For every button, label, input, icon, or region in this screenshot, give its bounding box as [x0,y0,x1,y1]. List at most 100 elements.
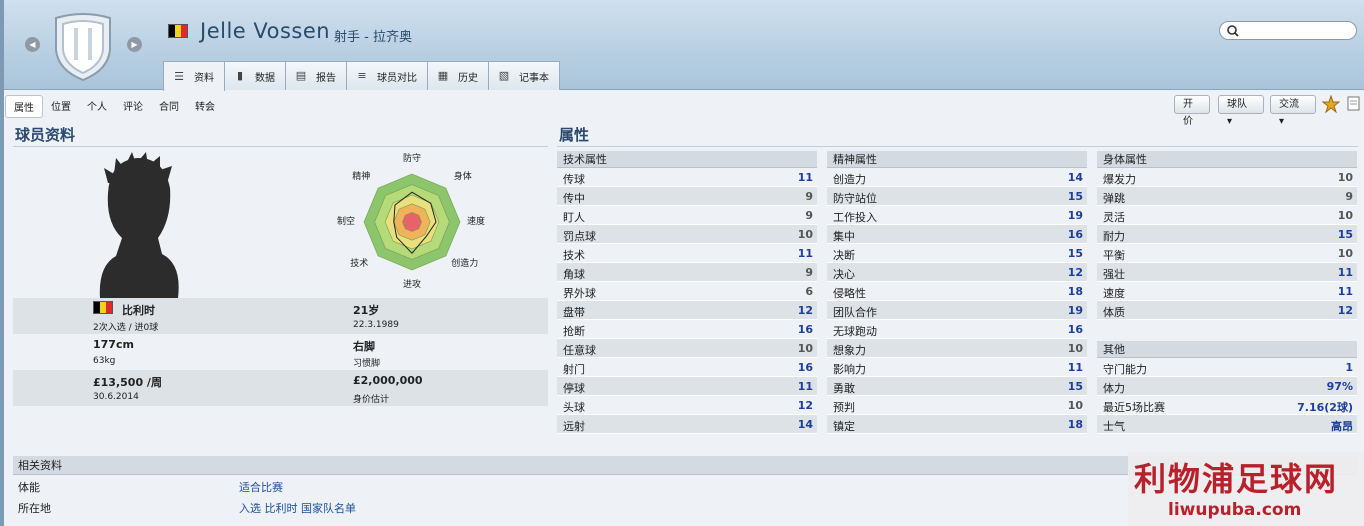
subnav-item[interactable]: 属性 [5,95,43,118]
location-link[interactable]: 入选 比利时 国家队名单 [239,500,356,516]
radar-label: 防守 [403,152,421,164]
attribute-row[interactable]: 盯人 9 [557,206,817,225]
tab-label: 历史 [458,72,478,84]
attribute-value: 14 [797,418,813,431]
attribute-value: 10 [1337,247,1353,260]
attribute-name: 强壮 [1103,268,1125,281]
attribute-row[interactable]: 镇定 18 [827,415,1087,434]
attribute-row[interactable]: 想象力 10 [827,339,1087,358]
attribute-row[interactable]: 爆发力 10 [1097,168,1357,187]
attribute-row[interactable]: 传球 11 [557,168,817,187]
attribute-value: 10 [1067,342,1083,355]
attribute-row[interactable]: 无球跑动 16 [827,320,1087,339]
attribute-name: 罚点球 [563,230,596,243]
attribute-row[interactable]: 士气 高昂 [1097,415,1357,434]
height-text: 177cm [93,338,134,351]
attribute-name: 创造力 [833,173,866,186]
attribute-radar-chart: 防守身体速度创造力进攻 技术 制空 精神 [337,152,485,290]
attribute-row[interactable]: 集中 16 [827,225,1087,244]
notes-icon[interactable] [1347,96,1361,112]
fitness-link[interactable]: 适合比赛 [239,479,283,495]
attribute-name: 平衡 [1103,249,1125,262]
offer-button[interactable]: 开价 [1174,95,1210,127]
forward-button[interactable]: ▶ [127,37,142,52]
player-role-club[interactable]: 射手 - 拉齐奥 [334,26,412,45]
attribute-value: 11 [797,380,813,393]
attribute-row[interactable]: 勇敢 15 [827,377,1087,396]
tab-history[interactable]: ▦ 历史 [427,61,489,90]
tab-compare[interactable]: ≡ 球员对比 [346,61,428,90]
tab-profile[interactable]: ☰ 资料 [163,61,225,91]
wage-text: £13,500 /周 [93,376,162,389]
attribute-value: 19 [1067,209,1083,222]
attribute-value: 15 [1067,380,1083,393]
attribute-row[interactable]: 角球 9 [557,263,817,282]
attribute-row[interactable]: 强壮 11 [1097,263,1357,282]
attribute-row[interactable]: 团队合作 19 [827,301,1087,320]
attribute-row[interactable]: 任意球 10 [557,339,817,358]
nation-flag-icon [93,301,113,314]
attribute-row[interactable]: 预判 10 [827,396,1087,415]
nation-name[interactable]: 比利时 [122,302,155,318]
attribute-row[interactable]: 射门 16 [557,358,817,377]
subnav-item[interactable]: 评论 [115,95,151,118]
attribute-row[interactable]: 工作投入 19 [827,206,1087,225]
back-button[interactable]: ◀ [25,37,40,52]
subnav-item[interactable]: 转会 [187,95,223,118]
attribute-name: 速度 [1103,287,1125,300]
search-input[interactable] [1219,21,1357,40]
attribute-row[interactable]: 防守站位 15 [827,187,1087,206]
attribute-row[interactable]: 体力 97% [1097,377,1357,396]
attribute-row[interactable]: 速度 11 [1097,282,1357,301]
dob-text: 22.3.1989 [353,320,399,330]
profile-summary: 比利时 2次入选 / 进0球 21岁 22.3.1989 177cm 63kg … [13,298,548,406]
attribute-name: 影响力 [833,363,866,376]
shortlist-star-icon[interactable] [1322,95,1340,113]
attribute-row[interactable]: 侵略性 18 [827,282,1087,301]
notebook-icon: ▧ [498,69,510,82]
profile-heading: 球员资料 [15,126,76,144]
attribute-name: 停球 [563,382,585,395]
attributes-heading: 属性 [559,126,590,144]
attribute-name: 无球跑动 [833,325,877,338]
club-dropdown[interactable]: 球队 ▾ [1218,95,1264,127]
attribute-row[interactable]: 灵活 10 [1097,206,1357,225]
attribute-row[interactable]: 界外球 6 [557,282,817,301]
watermark-url: liwupuba.com [1168,500,1302,520]
interact-dropdown[interactable]: 交流 ▾ [1270,95,1316,127]
location-label: 所在地 [18,502,51,515]
tab-notebook[interactable]: ▧ 记事本 [488,61,560,90]
attribute-row[interactable]: 头球 12 [557,396,817,415]
subnav-item[interactable]: 个人 [79,95,115,118]
attribute-row[interactable]: 守门能力 1 [1097,358,1357,377]
attribute-row[interactable]: 传中 9 [557,187,817,206]
tab-stats[interactable]: ▮ 数据 [224,61,286,90]
attribute-value: 11 [797,171,813,184]
attribute-name: 界外球 [563,287,596,300]
attribute-row[interactable]: 罚点球 10 [557,225,817,244]
attribute-row[interactable]: 盘带 12 [557,301,817,320]
attribute-row[interactable]: 抢断 16 [557,320,817,339]
attribute-name: 任意球 [563,344,596,357]
attribute-row[interactable]: 技术 11 [557,244,817,263]
attribute-row[interactable]: 停球 11 [557,377,817,396]
tab-report[interactable]: ▤ 报告 [285,61,347,90]
radar-label: 创造力 [451,257,478,269]
attribute-row[interactable]: 决心 12 [827,263,1087,282]
attribute-name: 集中 [833,230,855,243]
attribute-name: 传球 [563,173,585,186]
attribute-name: 传中 [563,192,585,205]
attribute-row[interactable]: 弹跳 9 [1097,187,1357,206]
attribute-row[interactable]: 创造力 14 [827,168,1087,187]
attribute-row[interactable]: 决断 15 [827,244,1087,263]
subnav-item[interactable]: 合同 [151,95,187,118]
subnav-item[interactable]: 位置 [43,95,79,118]
attribute-row[interactable]: 体质 12 [1097,301,1357,320]
attribute-name: 体力 [1103,382,1125,395]
attribute-row[interactable]: 远射 14 [557,415,817,434]
attribute-row[interactable]: 影响力 11 [827,358,1087,377]
attribute-row[interactable]: 耐力 15 [1097,225,1357,244]
attribute-row[interactable]: 最近5场比赛 7.16(2球) [1097,396,1357,415]
attribute-row[interactable]: 平衡 10 [1097,244,1357,263]
attribute-value: 16 [797,323,813,336]
